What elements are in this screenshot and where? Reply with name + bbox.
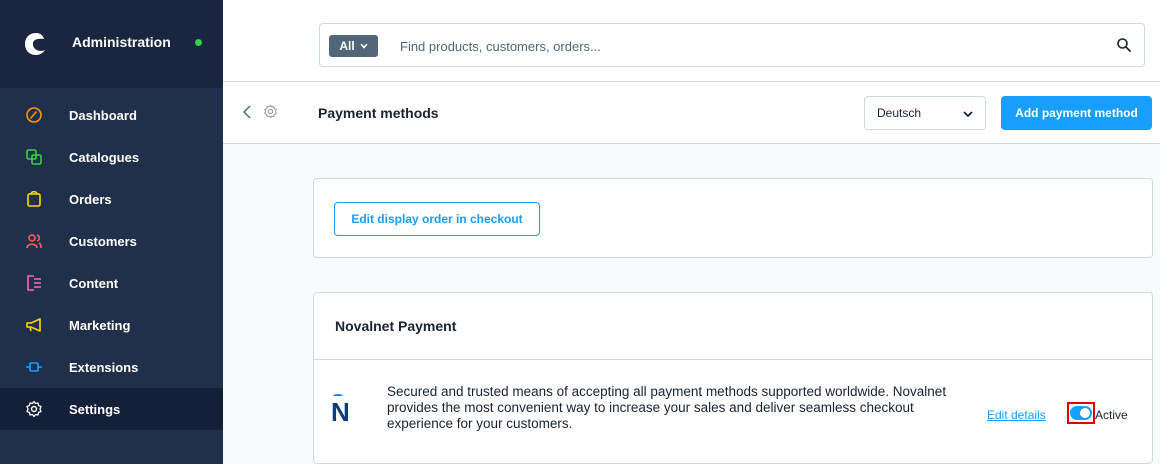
chevron-left-icon[interactable] xyxy=(240,104,254,120)
search-type-dropdown[interactable]: All xyxy=(329,35,378,57)
gear-icon xyxy=(24,399,44,419)
main-navigation: Dashboard Catalogues Orders Customers Co… xyxy=(0,94,223,430)
page-title: Payment methods xyxy=(318,105,439,121)
brand-title[interactable]: Administration xyxy=(72,34,171,50)
sidebar-item-label: Marketing xyxy=(69,317,131,333)
sidebar-item-content[interactable]: Content xyxy=(0,262,223,304)
content-icon xyxy=(24,273,44,293)
search-type-label: All xyxy=(339,39,355,53)
sidebar-item-orders[interactable]: Orders xyxy=(0,178,223,220)
novalnet-logo: N xyxy=(331,394,351,427)
smart-bar: Payment methods Deutsch Add payment meth… xyxy=(223,82,1160,144)
add-payment-method-button[interactable]: Add payment method xyxy=(1001,96,1152,130)
sidebar-item-label: Settings xyxy=(69,401,121,417)
shopping-bag-icon xyxy=(24,189,44,209)
payment-method-description: Secured and trusted means of accepting a… xyxy=(387,384,947,431)
gauge-icon xyxy=(24,105,44,125)
payment-method-row: N Secured and trusted means of accepting… xyxy=(314,360,1152,464)
megaphone-icon xyxy=(24,315,44,335)
sidebar-item-customers[interactable]: Customers xyxy=(0,220,223,262)
admin-sidebar: Administration Dashboard Catalogues Orde… xyxy=(0,0,223,464)
catalogue-icon xyxy=(24,147,44,167)
active-status-label: Active xyxy=(1095,408,1128,422)
settings-gear-icon xyxy=(264,104,277,119)
top-bar: All xyxy=(223,0,1160,82)
sidebar-item-label: Catalogues xyxy=(69,149,140,165)
search-input[interactable] xyxy=(400,36,1080,56)
sidebar-item-marketing[interactable]: Marketing xyxy=(0,304,223,346)
payment-method-title: Novalnet Payment xyxy=(314,293,1152,360)
language-value: Deutsch xyxy=(877,106,922,120)
users-icon xyxy=(24,231,44,251)
active-toggle-highlight xyxy=(1067,402,1095,424)
edit-details-link[interactable]: Edit details xyxy=(987,408,1046,422)
active-toggle[interactable] xyxy=(1070,406,1092,420)
plug-icon xyxy=(24,357,44,377)
logo-swoosh xyxy=(333,394,343,398)
sidebar-item-catalogues[interactable]: Catalogues xyxy=(0,136,223,178)
shopware-logo-icon[interactable] xyxy=(24,32,48,56)
sidebar-item-label: Content xyxy=(69,275,119,291)
display-order-card: Edit display order in checkout xyxy=(313,178,1153,258)
sidebar-item-extensions[interactable]: Extensions xyxy=(0,346,223,388)
chevron-down-icon xyxy=(360,43,368,49)
sidebar-item-label: Orders xyxy=(69,191,112,207)
toggle-knob xyxy=(1080,408,1090,418)
sidebar-item-label: Dashboard xyxy=(69,107,137,123)
search-icon[interactable] xyxy=(1116,37,1132,53)
sidebar-header: Administration xyxy=(0,0,223,88)
online-status-icon xyxy=(195,39,202,46)
chevron-down-icon xyxy=(963,111,973,118)
sidebar-item-label: Customers xyxy=(69,233,137,249)
edit-display-order-button[interactable]: Edit display order in checkout xyxy=(334,202,540,236)
sidebar-item-dashboard[interactable]: Dashboard xyxy=(0,94,223,136)
logo-letter: N xyxy=(331,397,350,427)
global-search: All xyxy=(319,23,1145,67)
payment-method-card: Novalnet Payment N Secured and trusted m… xyxy=(313,292,1153,464)
sidebar-item-label: Extensions xyxy=(69,359,139,375)
sidebar-item-settings[interactable]: Settings xyxy=(0,388,223,430)
language-select[interactable]: Deutsch xyxy=(864,96,986,130)
